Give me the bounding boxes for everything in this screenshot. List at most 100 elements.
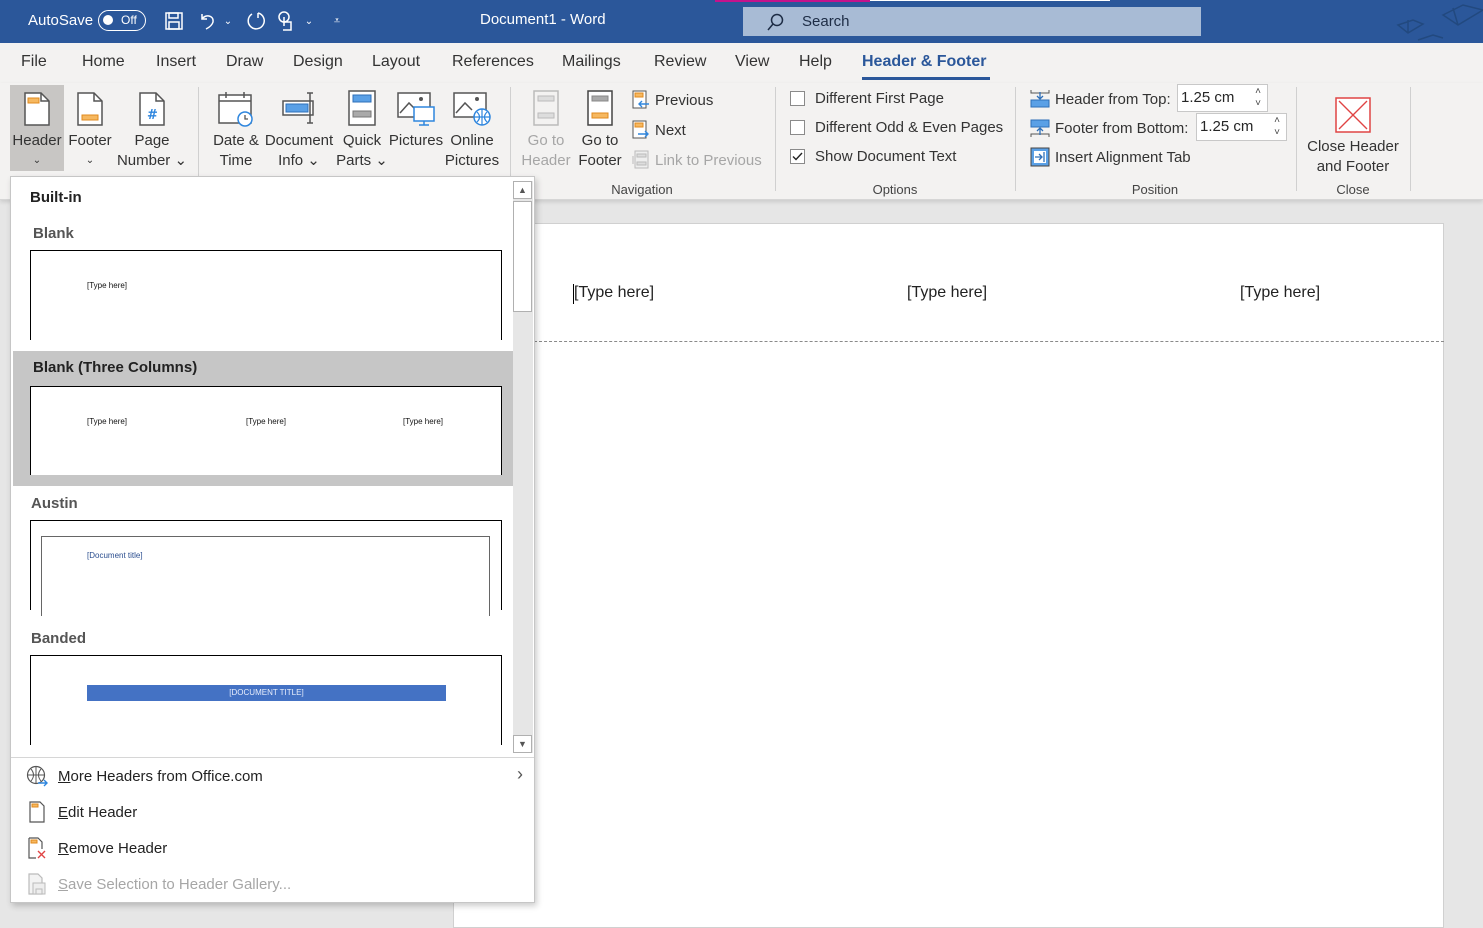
chevron-right-icon: › (517, 764, 523, 784)
show-document-text-checkbox[interactable]: Show Document Text (790, 145, 956, 167)
footer-button[interactable]: Footer ⌄ (64, 85, 116, 171)
tab-header-footer[interactable]: Header & Footer (862, 53, 986, 71)
header-button[interactable]: Header ⌄ (10, 85, 64, 171)
group-separator (1410, 87, 1411, 191)
svg-text:#: # (147, 108, 158, 123)
customize-quick-access-icon[interactable]: ⩡ (328, 9, 346, 33)
tab-help[interactable]: Help (799, 53, 832, 71)
checkbox-unchecked[interactable] (790, 90, 805, 106)
pictures-label: Pictures (388, 132, 444, 149)
save-icon[interactable] (163, 9, 185, 33)
gallery-scrollbar[interactable]: ▲ ▼ (513, 181, 533, 753)
tab-draw[interactable]: Draw (226, 53, 263, 71)
page-number-button[interactable]: # Page Number ⌄ (116, 85, 188, 171)
date-time-button[interactable]: Date & Time (208, 85, 264, 171)
footer-from-bottom-value[interactable]: 1.25 cm (1200, 118, 1253, 135)
austin-frame: [Document title] (41, 536, 490, 616)
link-to-previous-button[interactable]: Link to Previous (632, 149, 762, 171)
globe-icon (26, 765, 48, 787)
preview-placeholder: [Type here] (246, 417, 287, 426)
different-odd-even-label: Different Odd & Even Pages (815, 118, 1004, 136)
header-center-placeholder[interactable]: [Type here] (907, 284, 987, 302)
header-button-label: Header (12, 132, 62, 149)
insert-alignment-tab-icon (1030, 147, 1050, 167)
tab-references[interactable]: References (452, 53, 534, 71)
document-page[interactable]: [Type here] [Type here] [Type here] (453, 223, 1444, 928)
tab-layout[interactable]: Layout (372, 53, 420, 71)
footer-from-bottom-spinner[interactable]: 1.25 cm ˄ ˅ (1196, 113, 1287, 141)
scroll-up-icon[interactable]: ▲ (513, 181, 532, 199)
tab-home[interactable]: Home (82, 53, 125, 71)
save-selection-icon (28, 873, 46, 895)
save-selection-menu-item[interactable]: Save Selection to Header Gallery... (25, 869, 525, 899)
previous-button[interactable]: Previous (632, 89, 713, 111)
header-from-top-spinner[interactable]: 1.25 cm ˄ ˅ (1177, 84, 1268, 112)
go-to-header-button[interactable]: Go to Header (518, 85, 574, 171)
next-button[interactable]: Next (632, 119, 686, 141)
show-document-text-label: Show Document Text (815, 147, 957, 165)
different-first-page-checkbox[interactable]: Different First Page (790, 87, 944, 109)
document-info-label-1: Document (264, 132, 334, 149)
spinner-arrows-icon[interactable]: ˄ ˅ (1274, 115, 1280, 139)
pictures-button[interactable]: Pictures (388, 85, 444, 171)
scrollbar-thumb[interactable] (513, 201, 532, 312)
online-pictures-button[interactable]: Online Pictures (444, 85, 500, 171)
gallery-item-preview: [DOCUMENT TITLE] (30, 655, 502, 745)
close-header-footer-button[interactable]: Close Header and Footer (1302, 85, 1404, 175)
quick-parts-label-2: Parts ⌄ (336, 152, 388, 169)
group-separator (1296, 87, 1297, 191)
undo-dropdown-icon[interactable]: ⌄ (222, 9, 234, 33)
gallery-item-title: Blank (33, 225, 74, 242)
tab-view[interactable]: View (735, 53, 769, 71)
tab-file[interactable]: File (21, 53, 47, 71)
page-number-icon: # (139, 92, 165, 126)
quick-parts-button[interactable]: Quick Parts ⌄ (334, 85, 390, 171)
search-box[interactable]: Search (743, 7, 1201, 36)
checkbox-unchecked[interactable] (790, 119, 805, 135)
go-to-footer-button[interactable]: Go to Footer (574, 85, 626, 171)
search-icon (767, 13, 784, 31)
tab-insert[interactable]: Insert (156, 53, 196, 71)
header-right-placeholder[interactable]: [Type here] (1240, 284, 1320, 302)
document-info-button[interactable]: Document Info ⌄ (264, 85, 334, 171)
header-from-top-label-group: Header from Top: (1030, 88, 1171, 110)
edit-header-menu-item[interactable]: Edit Header (25, 797, 525, 827)
header-gallery-dropdown: Built-in Blank [Type here] Blank (Three … (10, 176, 535, 903)
header-from-top-value[interactable]: 1.25 cm (1181, 89, 1234, 106)
header-left-placeholder[interactable]: [Type here] (574, 284, 654, 302)
menu-item-label: ave Selection to Header Gallery... (68, 875, 292, 893)
different-odd-even-checkbox[interactable]: Different Odd & Even Pages (790, 116, 1003, 138)
autosave-toggle[interactable]: Off (98, 10, 146, 31)
link-to-previous-label: Link to Previous (655, 151, 762, 169)
gallery-item-title: Blank (Three Columns) (33, 359, 198, 376)
group-separator (1015, 87, 1016, 191)
header-from-top-icon (1030, 90, 1050, 108)
gallery-item-banded[interactable]: Banded [DOCUMENT TITLE] (13, 622, 513, 757)
touch-dropdown-icon[interactable]: ⌄ (302, 9, 316, 33)
gallery-item-austin[interactable]: Austin [Document title] (13, 487, 513, 622)
tab-design[interactable]: Design (293, 53, 343, 71)
insert-alignment-tab-button[interactable]: Insert Alignment Tab (1030, 146, 1191, 168)
undo-icon[interactable] (197, 9, 219, 33)
go-to-header-icon (533, 90, 559, 126)
more-headers-menu-item[interactable]: More Headers from Office.com › (25, 761, 525, 791)
spinner-arrows-icon[interactable]: ˄ ˅ (1255, 86, 1261, 110)
scroll-down-icon[interactable]: ▼ (513, 735, 532, 753)
document-info-icon (282, 92, 314, 124)
page-number-label-1: Page (134, 132, 170, 149)
edit-header-icon (29, 801, 45, 823)
tab-review[interactable]: Review (654, 53, 706, 71)
gallery-item-blank[interactable]: Blank [Type here] (13, 217, 513, 352)
remove-header-menu-item[interactable]: Remove Header (25, 833, 525, 863)
checkbox-checked[interactable] (790, 148, 805, 164)
touch-mode-icon[interactable] (275, 9, 297, 33)
previous-icon (632, 90, 649, 109)
autosave-state: Off (121, 13, 137, 27)
redo-icon[interactable] (245, 9, 267, 33)
preview-placeholder: [Type here] (87, 417, 128, 426)
accent-strip (715, 0, 870, 2)
menu-accelerator: E (58, 803, 69, 821)
menu-item-label: ore Headers from Office.com (70, 767, 263, 785)
gallery-item-blank-three-columns[interactable]: Blank (Three Columns) [Type here] [Type … (13, 351, 513, 486)
tab-mailings[interactable]: Mailings (562, 53, 621, 71)
